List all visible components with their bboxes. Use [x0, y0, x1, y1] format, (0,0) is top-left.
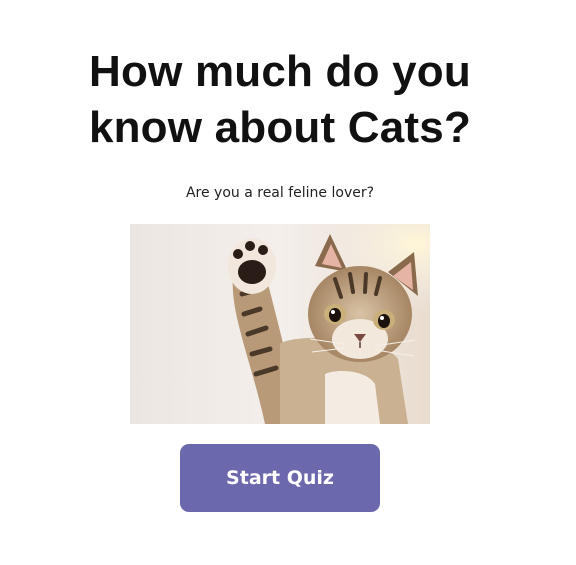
page-title: How much do you know about Cats? — [0, 44, 560, 156]
cat-waving-image — [130, 224, 430, 424]
start-quiz-button[interactable]: Start Quiz — [180, 444, 380, 512]
quiz-start-page: How much do you know about Cats? Are you… — [0, 0, 576, 565]
title-line-2: know about Cats? — [88, 103, 472, 152]
page-subtitle: Are you a real feline lover? — [185, 185, 375, 201]
title-line-1: How much do you — [89, 47, 471, 96]
